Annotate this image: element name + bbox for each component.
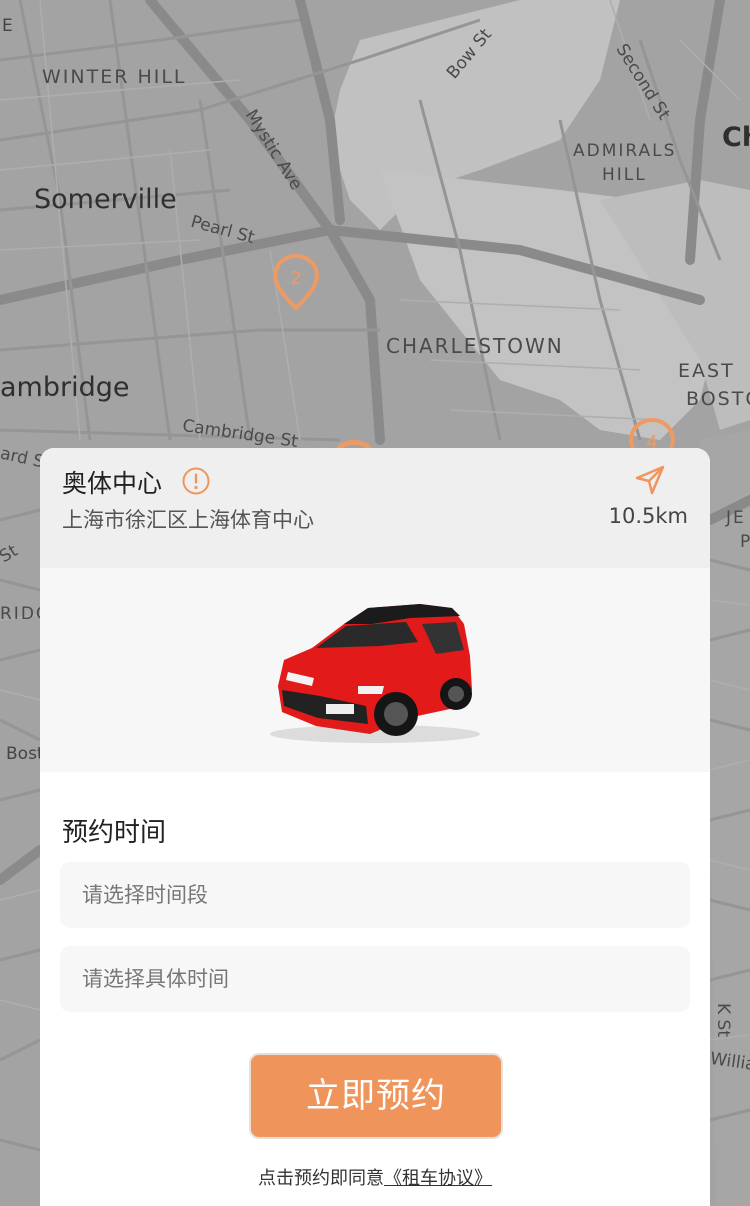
map-label-boston: BOSTON <box>686 388 750 410</box>
map-label-cambridge: ambridge <box>0 372 130 403</box>
map-label-k-st: K St <box>713 1002 734 1038</box>
map-label-je: JE <box>726 508 746 528</box>
location-pin-icon: 2 <box>272 253 320 311</box>
agreement-notice: 点击预约即同意《租车协议》 <box>40 1164 710 1190</box>
agreement-text: 点击预约即同意 <box>258 1168 384 1189</box>
distance-value: 10.5km <box>608 504 688 528</box>
map-label-east: EAST <box>678 360 735 382</box>
map-label-bost: Bost <box>6 744 44 764</box>
car-image-area <box>40 568 710 772</box>
rental-agreement-link[interactable]: 《租车协议》 <box>384 1168 492 1189</box>
station-address: 上海市徐汇区上海体育中心 <box>62 508 314 532</box>
navigation-arrow-icon[interactable] <box>634 464 666 500</box>
map-label-e: E <box>2 16 13 36</box>
map-label-charlestown: CHARLESTOWN <box>386 334 564 358</box>
car-image <box>270 604 480 743</box>
booking-time-title: 预约时间 <box>62 818 167 848</box>
time-slot-select[interactable]: 请选择时间段 <box>60 862 690 928</box>
map-label-p: P <box>740 532 750 552</box>
specific-time-select[interactable]: 请选择具体时间 <box>60 946 690 1012</box>
map-label-ch: Ch <box>722 122 750 153</box>
reserve-now-button[interactable]: 立即预约 <box>249 1053 503 1139</box>
map-label-admirals: ADMIRALS <box>573 141 677 161</box>
map-pin-station[interactable]: 2 <box>271 252 321 312</box>
map-label-somerville: Somerville <box>34 184 177 215</box>
pin-label: 2 <box>290 268 301 289</box>
station-name: 奥体中心 <box>62 469 163 498</box>
station-header[interactable]: 奥体中心 上海市徐汇区上海体育中心 10.5km <box>40 448 710 568</box>
info-circle-icon[interactable] <box>181 466 211 500</box>
station-card: 奥体中心 上海市徐汇区上海体育中心 10.5km 预约时间 请选择时间段 请选择… <box>40 448 710 1206</box>
map-label-winter-hill: WINTER HILL <box>42 66 187 88</box>
map-label-hill: HILL <box>602 165 647 185</box>
